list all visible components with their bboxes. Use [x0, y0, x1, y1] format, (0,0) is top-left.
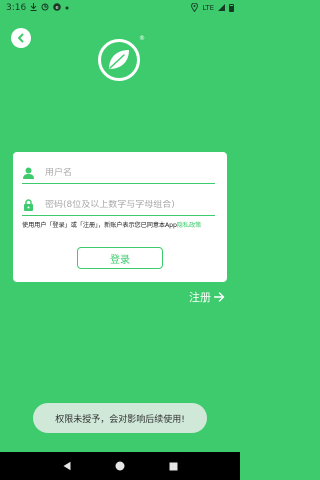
agreement-text: 使用用户「登录」或「注册」，新账户表示您已同意本App隐私政策	[22, 220, 227, 229]
lock-icon	[22, 198, 34, 211]
password-input[interactable]	[45, 199, 205, 210]
password-field	[22, 194, 215, 216]
app-logo	[97, 38, 141, 82]
toast-message: 权限未授予，会对影响后续使用!	[33, 403, 207, 433]
dot-icon	[65, 4, 69, 12]
ebook-icon: e	[53, 3, 62, 13]
register-label: 注册	[189, 291, 211, 304]
sync-icon	[41, 3, 49, 13]
home-circle-icon[interactable]	[115, 461, 125, 471]
username-field	[22, 162, 215, 184]
svg-text:e: e	[56, 5, 59, 11]
back-triangle-icon[interactable]	[62, 461, 72, 471]
download-icon	[30, 3, 37, 13]
status-left: 3:16 e	[6, 3, 69, 13]
system-nav-bar	[0, 452, 240, 480]
battery-icon	[229, 4, 234, 12]
status-time: 3:16	[6, 3, 27, 13]
chevron-left-icon	[18, 33, 24, 43]
back-button[interactable]	[11, 28, 31, 48]
network-type: LTE	[202, 4, 214, 12]
login-card: 使用用户「登录」或「注册」，新账户表示您已同意本App隐私政策 登录	[13, 152, 227, 282]
leaf-logo-icon	[98, 39, 140, 81]
user-icon	[22, 167, 34, 179]
registered-mark: ®	[139, 35, 145, 42]
signal-icon	[218, 3, 225, 13]
status-right: LTE	[191, 2, 234, 14]
username-input[interactable]	[45, 167, 205, 178]
agreement-prefix: 使用用户「登录」或「注册」，新账户表示您已同意本App	[22, 222, 177, 229]
privacy-policy-link[interactable]: 隐私政策	[177, 222, 201, 229]
arrow-right-icon	[214, 292, 225, 302]
recents-square-icon[interactable]	[169, 462, 178, 471]
location-icon	[191, 2, 199, 14]
login-button[interactable]: 登录	[77, 247, 163, 269]
register-link[interactable]: 注册	[189, 289, 225, 305]
status-bar: 3:16 e LTE	[0, 0, 240, 16]
